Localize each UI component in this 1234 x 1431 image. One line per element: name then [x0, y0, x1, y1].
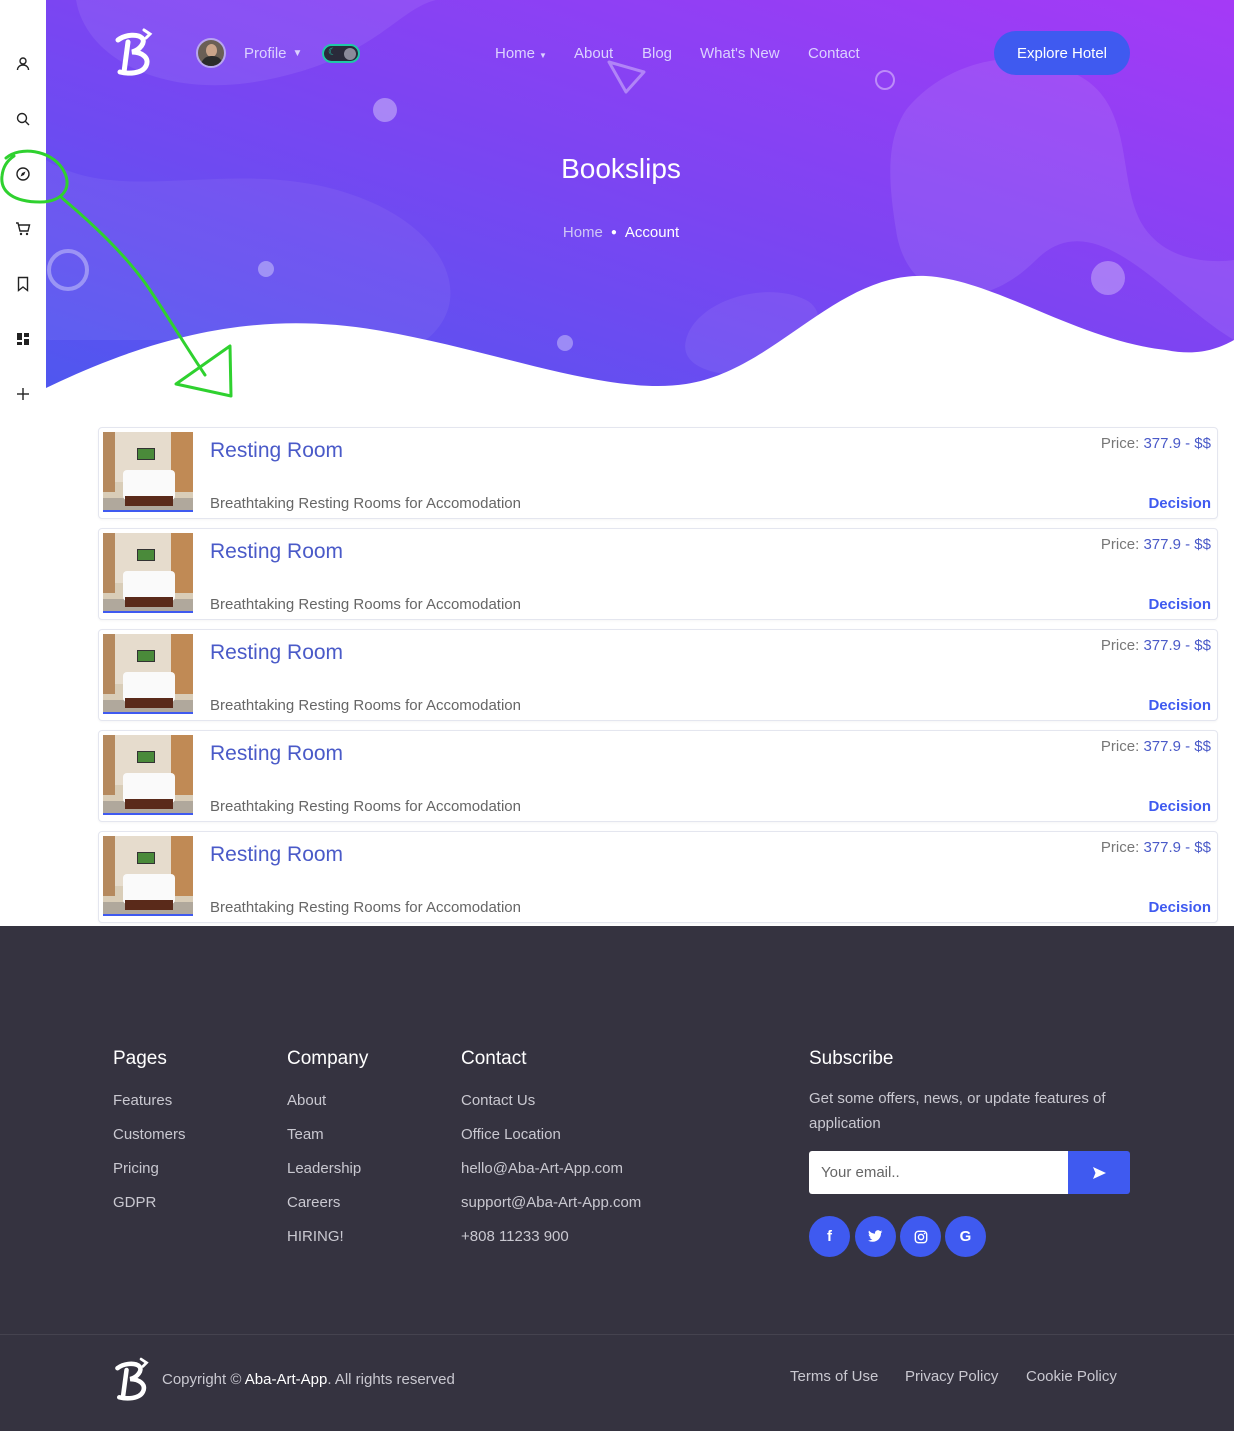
- profile-menu[interactable]: Profile ▼: [196, 38, 302, 68]
- room-description: Breathtaking Resting Rooms for Accomodat…: [210, 899, 521, 916]
- page-title: Bookslips: [561, 153, 681, 184]
- decision-link[interactable]: Decision: [1148, 697, 1211, 714]
- room-description: Breathtaking Resting Rooms for Accomodat…: [210, 495, 521, 512]
- moon-icon: ☾: [328, 47, 337, 58]
- footer-link-pricing[interactable]: Pricing: [113, 1160, 186, 1194]
- room-thumbnail[interactable]: [103, 836, 193, 916]
- nav-about[interactable]: About: [574, 45, 613, 62]
- twitter-icon[interactable]: [855, 1216, 896, 1257]
- list-item: Resting Room Breathtaking Resting Rooms …: [98, 629, 1218, 721]
- list-item: Resting Room Breathtaking Resting Rooms …: [98, 730, 1218, 822]
- nav-contact[interactable]: Contact: [808, 45, 860, 62]
- room-title[interactable]: Resting Room: [210, 540, 343, 564]
- footer-divider: [0, 1334, 1234, 1335]
- footer-heading: Subscribe: [809, 1048, 894, 1069]
- brand-logo[interactable]: [112, 28, 156, 78]
- room-thumbnail[interactable]: [103, 533, 193, 613]
- footer-link-features[interactable]: Features: [113, 1092, 186, 1126]
- bookmark-icon[interactable]: [11, 272, 35, 296]
- room-list: Resting Room Breathtaking Resting Rooms …: [98, 427, 1218, 932]
- google-icon[interactable]: G: [945, 1216, 986, 1257]
- caret-down-icon: ▼: [539, 51, 547, 60]
- room-price: Price: 377.9 - $$: [1100, 839, 1211, 856]
- footer-link-about[interactable]: About: [287, 1092, 368, 1126]
- footer-logo[interactable]: [112, 1356, 152, 1404]
- footer-link-contact-us[interactable]: Contact Us: [461, 1092, 641, 1126]
- footer-contact: Contact Contact Us Office Location hello…: [461, 1048, 641, 1262]
- footer-link-phone[interactable]: +808 11233 900: [461, 1228, 641, 1262]
- footer-link-hello-email[interactable]: hello@Aba-Art-App.com: [461, 1160, 641, 1194]
- nav-home[interactable]: Home ▼: [495, 45, 547, 62]
- footer-link-gdpr[interactable]: GDPR: [113, 1194, 186, 1228]
- room-description: Breathtaking Resting Rooms for Accomodat…: [210, 596, 521, 613]
- list-item: Resting Room Breathtaking Resting Rooms …: [98, 528, 1218, 620]
- instagram-icon[interactable]: [900, 1216, 941, 1257]
- room-title[interactable]: Resting Room: [210, 742, 343, 766]
- room-title[interactable]: Resting Room: [210, 843, 343, 867]
- room-description: Breathtaking Resting Rooms for Accomodat…: [210, 697, 521, 714]
- footer-heading: Company: [287, 1048, 369, 1069]
- subscribe-description: Get some offers, news, or update feature…: [809, 1090, 1106, 1132]
- breadcrumb: Home ● Account: [46, 224, 1196, 241]
- footer-link-office-location[interactable]: Office Location: [461, 1126, 641, 1160]
- cart-icon[interactable]: [11, 217, 35, 241]
- caret-down-icon: ▼: [292, 47, 303, 59]
- footer-link-customers[interactable]: Customers: [113, 1126, 186, 1160]
- footer-link-support-email[interactable]: support@Aba-Art-App.com: [461, 1194, 641, 1228]
- cookie-link[interactable]: Cookie Policy: [1026, 1368, 1117, 1385]
- room-price: Price: 377.9 - $$: [1100, 536, 1211, 553]
- explore-hotel-button[interactable]: Explore Hotel: [994, 31, 1130, 75]
- room-description: Breathtaking Resting Rooms for Accomodat…: [210, 798, 521, 815]
- email-field[interactable]: [809, 1151, 1068, 1194]
- avatar: [196, 38, 226, 68]
- footer-heading: Contact: [461, 1048, 527, 1069]
- room-price: Price: 377.9 - $$: [1100, 637, 1211, 654]
- room-thumbnail[interactable]: [103, 634, 193, 714]
- profile-label: Profile: [244, 44, 287, 62]
- breadcrumb-separator: ●: [610, 227, 617, 238]
- compass-icon[interactable]: [11, 162, 35, 186]
- nav-whats-new[interactable]: What's New: [700, 45, 780, 62]
- room-price: Price: 377.9 - $$: [1100, 738, 1211, 755]
- decision-link[interactable]: Decision: [1148, 495, 1211, 512]
- decision-link[interactable]: Decision: [1148, 596, 1211, 613]
- room-title[interactable]: Resting Room: [210, 641, 343, 665]
- footer-heading: Pages: [113, 1048, 167, 1069]
- footer-link-hiring[interactable]: HIRING!: [287, 1228, 368, 1262]
- facebook-icon[interactable]: f: [809, 1216, 850, 1257]
- copyright: Copyright © Aba-Art-App. All rights rese…: [162, 1371, 455, 1388]
- subscribe-button[interactable]: [1068, 1151, 1130, 1194]
- send-icon: [1093, 1166, 1106, 1179]
- footer-link-careers[interactable]: Careers: [287, 1194, 368, 1228]
- sidebar: [0, 0, 46, 925]
- hero-banner: Profile ▼ ☾ Home ▼ About Blog What's New …: [46, 0, 1234, 405]
- room-title[interactable]: Resting Room: [210, 439, 343, 463]
- footer-company: Company About Team Leadership Careers HI…: [287, 1048, 368, 1262]
- plus-icon[interactable]: [11, 382, 35, 406]
- toggle-knob: [344, 48, 356, 60]
- footer-link-team[interactable]: Team: [287, 1126, 368, 1160]
- dashboard-icon[interactable]: [11, 327, 35, 351]
- decision-link[interactable]: Decision: [1148, 798, 1211, 815]
- footer-pages: Pages Features Customers Pricing GDPR: [113, 1048, 186, 1228]
- room-price: Price: 377.9 - $$: [1100, 435, 1211, 452]
- privacy-link[interactable]: Privacy Policy: [905, 1368, 998, 1385]
- breadcrumb-current: Account: [624, 224, 680, 241]
- breadcrumb-home[interactable]: Home: [563, 224, 603, 241]
- terms-link[interactable]: Terms of Use: [790, 1368, 878, 1385]
- room-thumbnail[interactable]: [103, 432, 193, 512]
- decision-link[interactable]: Decision: [1148, 899, 1211, 916]
- list-item: Resting Room Breathtaking Resting Rooms …: [98, 427, 1218, 519]
- user-icon[interactable]: [11, 52, 35, 76]
- footer-link-leadership[interactable]: Leadership: [287, 1160, 368, 1194]
- footer: Pages Features Customers Pricing GDPR Co…: [0, 926, 1234, 1431]
- nav-blog[interactable]: Blog: [642, 45, 672, 62]
- search-icon[interactable]: [11, 107, 35, 131]
- copyright-brand[interactable]: Aba-Art-App: [245, 1371, 328, 1388]
- theme-toggle[interactable]: ☾: [322, 44, 360, 63]
- list-item: Resting Room Breathtaking Resting Rooms …: [98, 831, 1218, 923]
- room-thumbnail[interactable]: [103, 735, 193, 815]
